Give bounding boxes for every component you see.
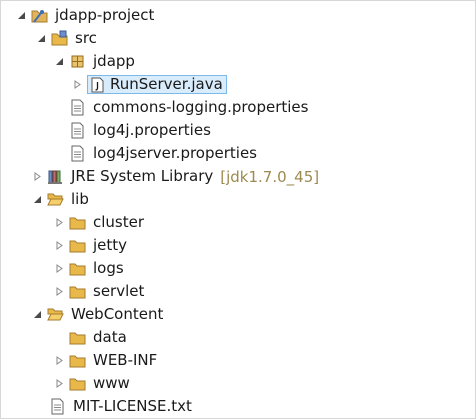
folder-icon (69, 329, 86, 346)
tree-item-src[interactable]: src (1, 27, 475, 50)
properties-file-icon (69, 99, 86, 116)
collapsed-triangle-icon[interactable] (53, 263, 65, 275)
tree-item-jre-system-library[interactable]: JRE System Library [jdk1.7.0_45] (1, 165, 475, 188)
collapsed-triangle-icon[interactable] (53, 217, 65, 229)
tree-item-web-inf[interactable]: WEB-INF (1, 349, 475, 372)
tree-item-mit-license[interactable]: MIT-LICENSE.txt (1, 395, 475, 418)
tree-item-jdapp-project[interactable]: jdapp-project (1, 4, 475, 27)
library-icon (47, 168, 64, 185)
collapsed-triangle-icon[interactable] (53, 355, 65, 367)
tree-item-lib[interactable]: lib (1, 188, 475, 211)
jdk-version-decoration: [jdk1.7.0_45] (220, 167, 320, 186)
expanded-triangle-icon[interactable] (31, 194, 43, 206)
collapsed-triangle-icon[interactable] (53, 378, 65, 390)
tree-item-label: www (93, 374, 130, 392)
package-icon (69, 53, 86, 70)
tree-item-label: servlet (93, 282, 145, 300)
tree-item-data[interactable]: data (1, 326, 475, 349)
properties-file-icon (69, 122, 86, 139)
tree-item-label: lib (71, 190, 89, 208)
expanded-triangle-icon[interactable] (31, 309, 43, 321)
tree-item-runserver-java[interactable]: RunServer.java (1, 73, 475, 96)
tree-item-webcontent[interactable]: WebContent (1, 303, 475, 326)
tree-item-package-jdapp[interactable]: jdapp (1, 50, 475, 73)
tree-item-logs[interactable]: logs (1, 257, 475, 280)
tree-item-label: logs (93, 259, 124, 277)
tree-item-label: data (93, 328, 127, 346)
open-folder-icon (47, 191, 64, 208)
folder-icon (69, 214, 86, 231)
tree-item-jetty[interactable]: jetty (1, 234, 475, 257)
tree-item-label: jdapp-project (55, 6, 155, 24)
properties-file-icon (69, 145, 86, 162)
tree-item-label: cluster (93, 213, 145, 231)
expanded-triangle-icon[interactable] (35, 33, 47, 45)
tree-item-servlet[interactable]: servlet (1, 280, 475, 303)
expanded-triangle-icon[interactable] (53, 56, 65, 68)
selected-item-highlight[interactable]: RunServer.java (87, 75, 227, 94)
tree-item-commons-logging-properties[interactable]: commons-logging.properties (1, 96, 475, 119)
tree-item-label: MIT-LICENSE.txt (73, 397, 192, 415)
folder-icon (69, 260, 86, 277)
tree-item-log4jserver-properties[interactable]: log4jserver.properties (1, 142, 475, 165)
collapsed-triangle-icon[interactable] (53, 286, 65, 298)
open-folder-icon (47, 306, 64, 323)
tree-item-label: RunServer.java (110, 75, 223, 93)
tree-item-label: log4j.properties (93, 121, 211, 139)
text-file-icon (49, 398, 66, 415)
tree-item-www[interactable]: www (1, 372, 475, 395)
tree-item-log4j-properties[interactable]: log4j.properties (1, 119, 475, 142)
tree-item-label: jdapp (93, 52, 135, 70)
folder-icon (69, 352, 86, 369)
folder-icon (69, 237, 86, 254)
collapsed-triangle-icon[interactable] (71, 79, 83, 91)
tree-item-label: WebContent (71, 305, 164, 323)
source-folder-icon (51, 30, 68, 47)
tree-item-label: src (75, 29, 97, 47)
java-file-icon (91, 76, 106, 93)
expanded-triangle-icon[interactable] (15, 10, 27, 22)
folder-icon (69, 375, 86, 392)
tree-item-cluster[interactable]: cluster (1, 211, 475, 234)
folder-icon (69, 283, 86, 300)
tree-item-label: WEB-INF (93, 351, 158, 369)
tree-item-label: jetty (93, 236, 128, 254)
collapsed-triangle-icon[interactable] (53, 240, 65, 252)
tree-item-label: commons-logging.properties (93, 98, 309, 116)
collapsed-triangle-icon[interactable] (31, 171, 43, 183)
project-explorer-tree: jdapp-project src jdapp RunServer.java c… (0, 0, 476, 419)
tree-item-label: JRE System Library (71, 167, 214, 185)
tree-item-label: log4jserver.properties (93, 144, 257, 162)
java-project-icon (31, 7, 48, 24)
